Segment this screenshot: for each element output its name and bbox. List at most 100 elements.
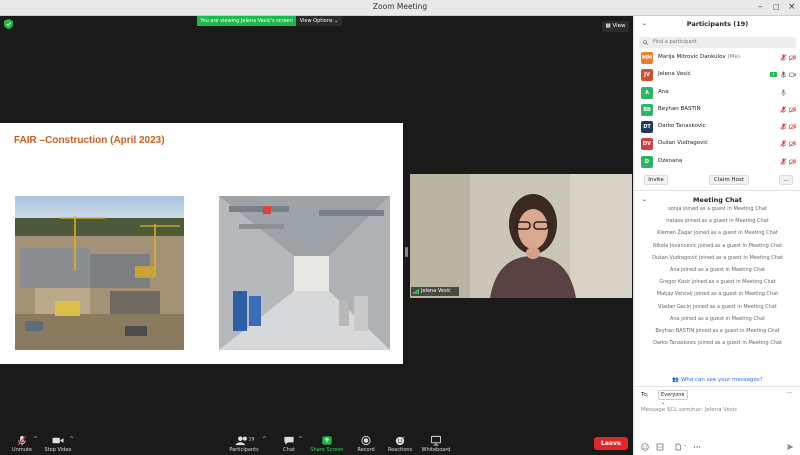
shield-icon[interactable] xyxy=(4,19,13,29)
participants-button[interactable]: 19 Participants xyxy=(226,432,262,455)
mic-icon xyxy=(780,89,787,96)
participant-name: Darko Tanaskovic xyxy=(658,123,706,130)
reactions-icon: + xyxy=(395,436,405,446)
whiteboard-icon xyxy=(430,435,442,446)
file-icon[interactable] xyxy=(674,443,682,451)
participant-name: Ana xyxy=(658,88,669,95)
resize-handle[interactable] xyxy=(405,247,408,257)
avatar: MM xyxy=(641,52,653,64)
chevron-down-icon[interactable]: ⌄ xyxy=(683,442,687,448)
participant-row[interactable]: D Dzenana xyxy=(634,154,800,171)
chat-system-message: Ana joined as a guest in Meeting Chat xyxy=(669,266,766,273)
leave-button[interactable]: Leave xyxy=(594,437,628,450)
whiteboard-button[interactable]: Whiteboard xyxy=(419,432,453,455)
screen-share-banner: You are viewing Jelena Vesić's screen xyxy=(197,16,296,26)
invite-button[interactable]: Invite xyxy=(644,175,668,185)
claim-host-button[interactable]: Claim Host xyxy=(709,175,749,185)
participant-name: Beyhan BASTIN xyxy=(658,105,701,112)
view-options-button[interactable]: View Options ⌄ xyxy=(296,16,342,26)
participant-row[interactable]: DV Dušan Vudragović xyxy=(634,136,800,153)
chevron-down-icon: ⌄ xyxy=(334,18,339,24)
recipient-row: To: Everyone ⌄ xyxy=(641,390,688,406)
chat-system-message: Matjaz Vencelj joined as a guest in Meet… xyxy=(656,291,779,298)
participant-name: Dušan Vudragović xyxy=(658,140,708,147)
chat-bubble-icon xyxy=(284,436,294,445)
more-options-button[interactable]: ... xyxy=(779,175,793,185)
chevron-up-icon[interactable]: ^ xyxy=(262,436,267,443)
whiteboard-label: Whiteboard xyxy=(421,447,451,453)
participants-label: Participants xyxy=(229,447,259,453)
close-icon[interactable]: × xyxy=(788,2,796,12)
video-icon xyxy=(789,89,796,96)
chat-system-message: sonja joined as a guest in Meeting Chat xyxy=(668,206,767,212)
recipient-value: Everyone xyxy=(661,392,685,398)
mic-muted-icon xyxy=(780,140,787,148)
avatar: DV xyxy=(641,138,653,151)
participant-row[interactable]: A Ana xyxy=(634,85,800,102)
reactions-button[interactable]: + Reactions xyxy=(385,432,415,455)
screenshot-icon[interactable] xyxy=(656,443,664,451)
participant-search-input[interactable]: Find a participant xyxy=(639,37,796,48)
more-icon[interactable] xyxy=(693,443,701,451)
shared-screen: FAIR –Construction (April 2023) xyxy=(0,123,403,364)
mic-muted-icon xyxy=(17,435,27,446)
chevron-up-icon[interactable]: ^ xyxy=(33,436,38,443)
video-off-icon xyxy=(789,141,796,148)
chat-system-message: Dušan Vudragović joined as a guest in Me… xyxy=(652,254,783,261)
recipient-select[interactable]: Everyone ⌄ xyxy=(658,390,688,406)
maximize-icon[interactable]: □ xyxy=(773,2,780,12)
who-can-see-label: Who can see your messages? xyxy=(680,377,763,383)
who-can-see-link[interactable]: 👥 Who can see your messages? xyxy=(634,377,800,383)
chat-label: Chat xyxy=(283,447,295,453)
participant-row[interactable]: MM Marija Mitrovic Dankulov (Me) xyxy=(634,50,800,67)
chevron-up-icon[interactable]: ^ xyxy=(298,436,303,443)
emoji-icon[interactable] xyxy=(641,443,649,451)
search-icon xyxy=(643,40,648,45)
chat-system-message: Klemen Žagar joined as a guest in Meetin… xyxy=(657,230,778,237)
collapse-chevron-icon[interactable]: ⌄ xyxy=(642,16,647,32)
send-icon[interactable] xyxy=(786,443,794,451)
participant-name: Jelena Vesić xyxy=(658,71,691,78)
panel-divider xyxy=(634,386,800,387)
participants-header: ⌄ Participants (19) xyxy=(634,16,800,32)
chat-system-message: Gregor Kosir joined as a guest in Meetin… xyxy=(659,279,776,286)
share-screen-icon xyxy=(322,436,332,445)
participant-name: Dzenana xyxy=(658,157,683,164)
participant-row[interactable]: BB Beyhan BASTIN xyxy=(634,102,800,119)
participant-row[interactable]: DT Darko Tanaskovic xyxy=(634,119,800,136)
message-placeholder: Message SCL seminar: Jelena Vesic xyxy=(641,407,738,413)
record-icon xyxy=(361,435,371,446)
chevron-up-icon[interactable]: ^ xyxy=(69,436,74,443)
video-tile[interactable] xyxy=(410,174,632,298)
participant-name: Marija Mitrovic Dankulov (Me) xyxy=(658,54,740,60)
to-label: To: xyxy=(641,392,649,398)
avatar: DT xyxy=(641,121,653,134)
view-button[interactable]: ▦ View xyxy=(602,21,629,32)
svg-text:+: + xyxy=(402,436,405,440)
unmute-button[interactable]: Unmute xyxy=(8,432,36,455)
chat-system-message: Nikola Jovancevic joined as a guest in M… xyxy=(652,242,783,249)
construction-site-photo xyxy=(15,196,184,350)
video-icon xyxy=(789,72,796,78)
chevron-down-icon: ⌄ xyxy=(661,400,666,406)
meeting-area: You are viewing Jelena Vesić's screen Vi… xyxy=(0,16,633,432)
chat-system-message: Darko Tanaskovic joined as a guest in Me… xyxy=(653,340,782,347)
record-label: Record xyxy=(357,447,375,453)
video-off-icon xyxy=(789,123,796,130)
video-name-label: Jelena Vesić xyxy=(421,288,451,294)
minimize-icon[interactable]: – xyxy=(758,2,763,12)
participant-row[interactable]: JV Jelena Vesić xyxy=(634,67,800,84)
search-placeholder: Find a participant xyxy=(653,39,697,45)
reactions-label: Reactions xyxy=(387,447,413,453)
view-options-label: View Options xyxy=(299,18,333,24)
avatar: A xyxy=(641,86,653,99)
record-button[interactable]: Record xyxy=(354,432,378,455)
unmute-label: Unmute xyxy=(12,447,32,453)
chat-message-input[interactable]: Message SCL seminar: Jelena Vesic xyxy=(641,407,793,413)
more-icon[interactable]: ··· xyxy=(787,390,793,397)
view-label: View xyxy=(612,23,626,29)
chat-button[interactable]: Chat xyxy=(278,432,300,455)
share-screen-button[interactable]: Share Screen xyxy=(307,432,347,455)
mic-muted-icon xyxy=(780,54,787,61)
video-name-badge: Jelena Vesić xyxy=(411,287,459,296)
